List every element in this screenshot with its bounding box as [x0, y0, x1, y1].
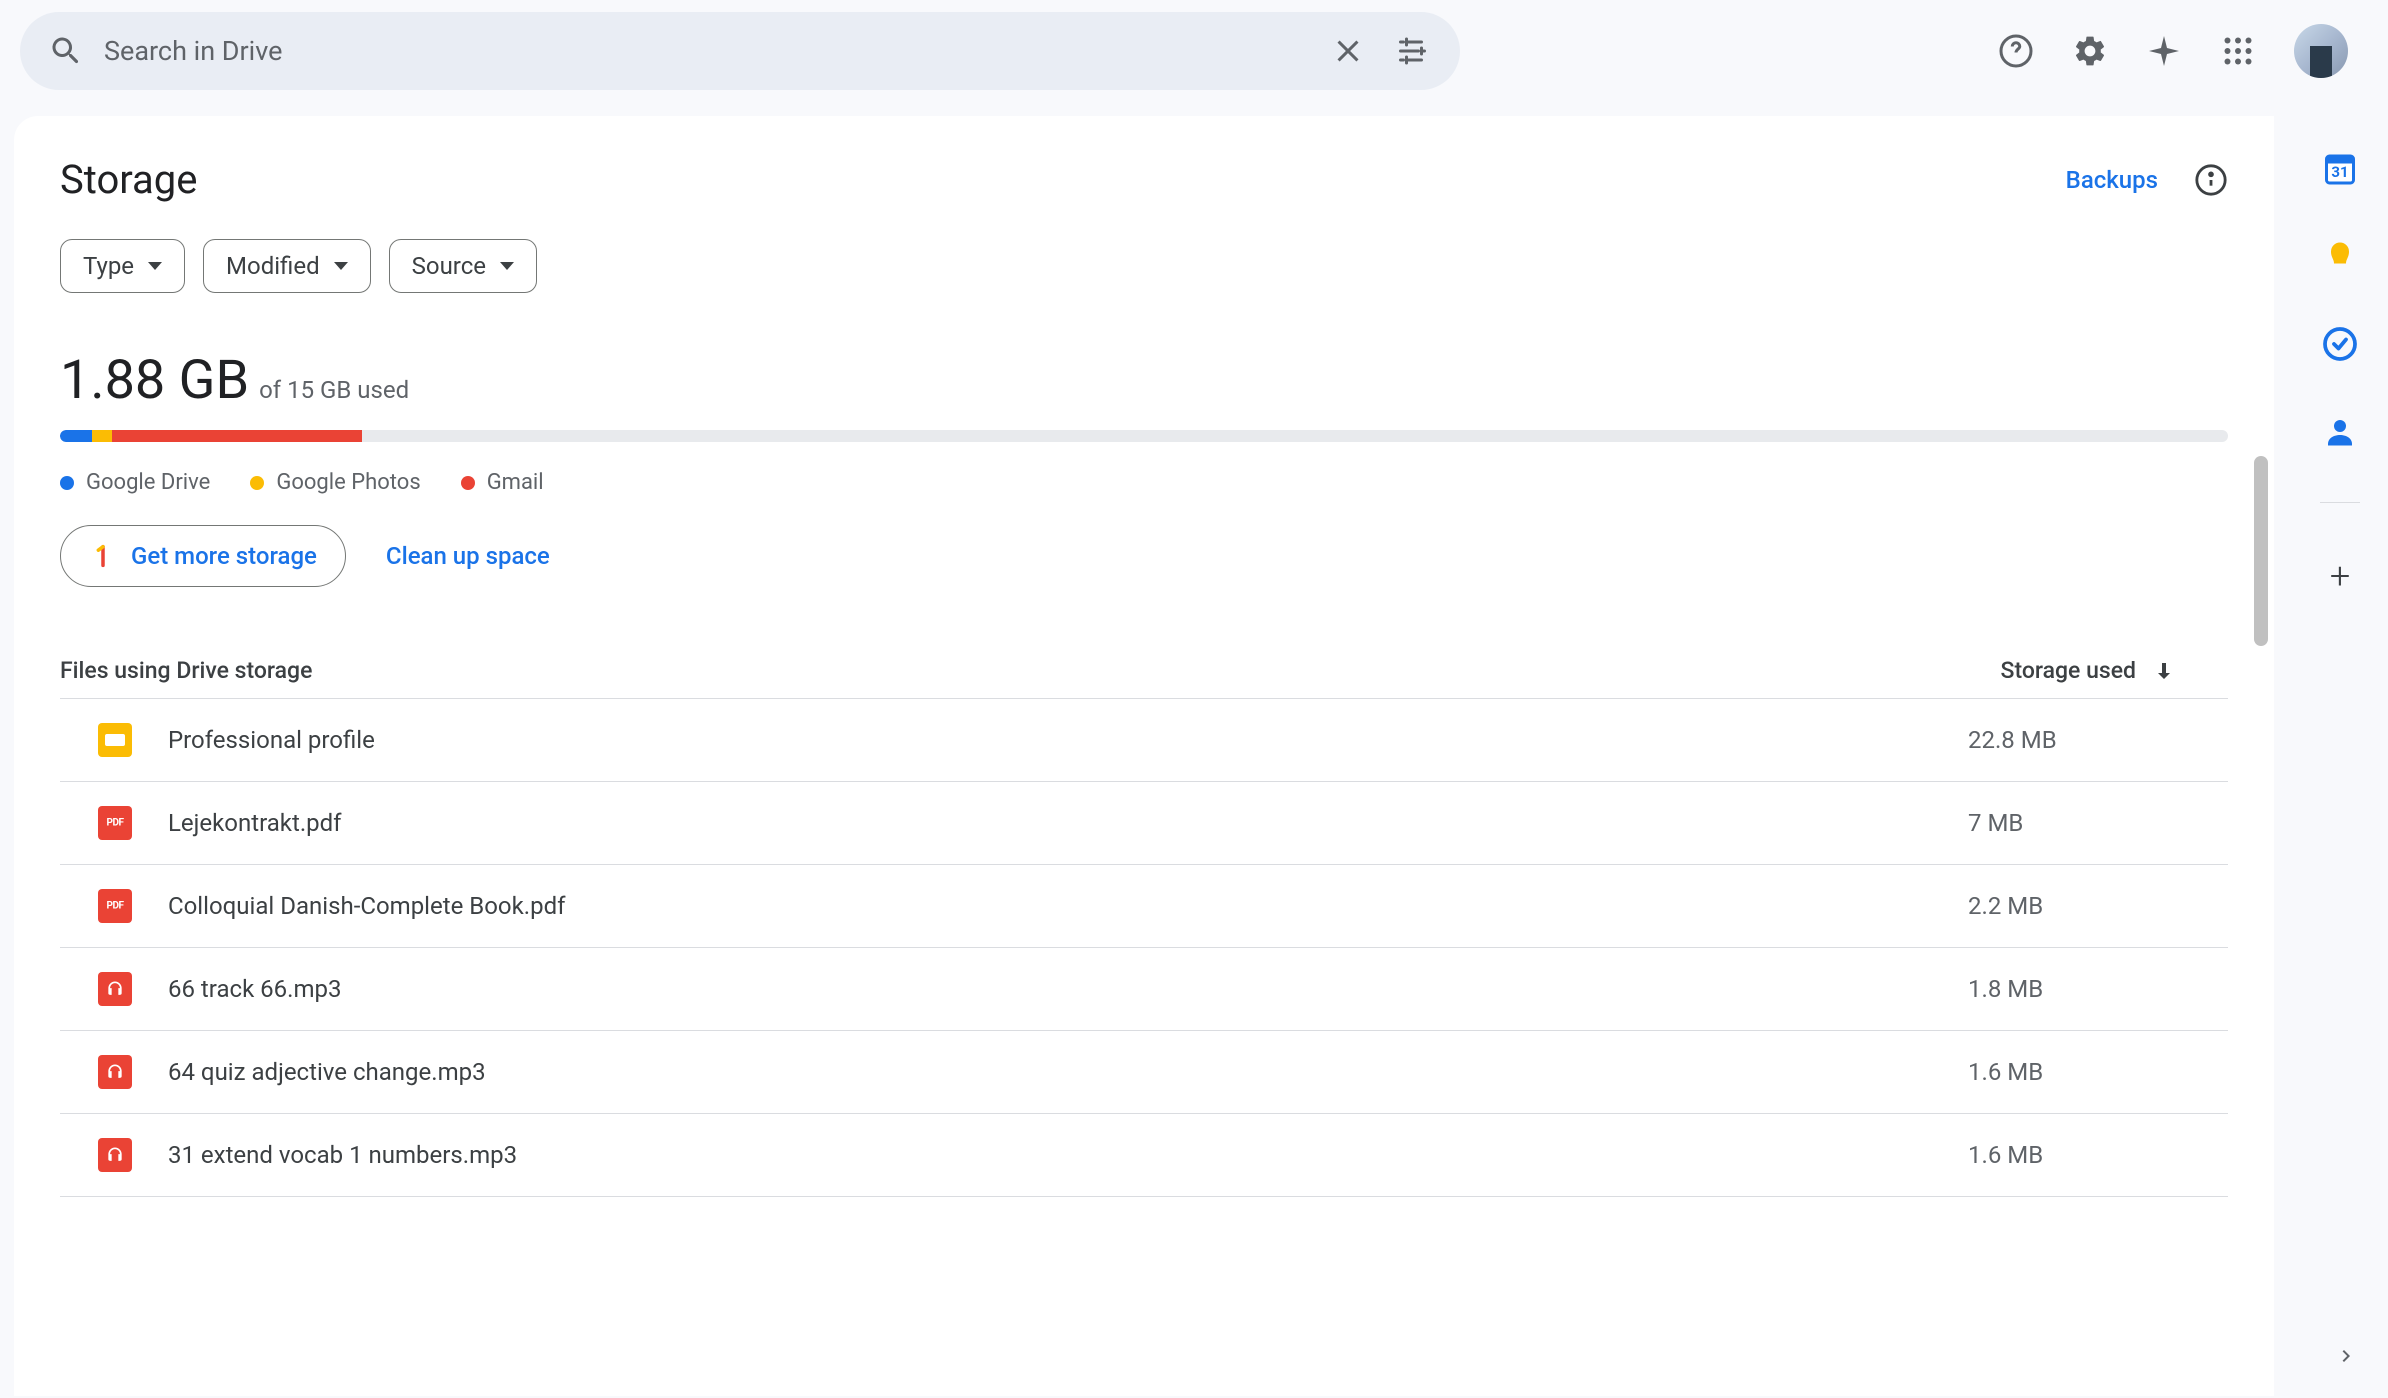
legend-dot-drive: [60, 476, 74, 490]
apps-icon[interactable]: [2220, 33, 2256, 69]
storage-amount: 1.88 GB of 15 GB used: [60, 349, 2228, 412]
filter-modified[interactable]: Modified: [203, 239, 371, 293]
legend-drive: Google Drive: [60, 470, 210, 495]
file-name: Professional profile: [168, 726, 1968, 754]
legend-photos: Google Photos: [250, 470, 420, 495]
filter-source[interactable]: Source: [389, 239, 537, 293]
scrollbar[interactable]: [2254, 456, 2268, 646]
settings-icon[interactable]: [2072, 33, 2108, 69]
file-size: 1.6 MB: [1968, 1141, 2228, 1169]
rail-divider: [2320, 502, 2360, 503]
cleanup-link[interactable]: Clean up space: [386, 542, 550, 570]
chevron-down-icon: [500, 262, 514, 270]
file-size: 2.2 MB: [1968, 892, 2228, 920]
legend-dot-gmail: [461, 476, 475, 490]
search-icon: [48, 33, 84, 69]
chevron-down-icon: [334, 262, 348, 270]
file-row[interactable]: Professional profile22.8 MB: [60, 699, 2228, 782]
filter-row: Type Modified Source: [60, 239, 2228, 293]
file-row[interactable]: Lejekontrakt.pdf7 MB: [60, 782, 2228, 865]
file-size: 1.8 MB: [1968, 975, 2228, 1003]
tasks-icon[interactable]: [2322, 326, 2358, 362]
file-size: 1.6 MB: [1968, 1058, 2228, 1086]
gemini-icon[interactable]: [2146, 33, 2182, 69]
account-avatar[interactable]: [2294, 24, 2348, 78]
side-panel-toggle-icon[interactable]: [2334, 1344, 2358, 1368]
topbar: [0, 0, 2388, 102]
storage-bar-photos: [92, 430, 112, 442]
file-name: Colloquial Danish-Complete Book.pdf: [168, 892, 1968, 920]
contacts-icon[interactable]: [2322, 414, 2358, 450]
topbar-actions: [1998, 24, 2368, 78]
keep-icon[interactable]: [2322, 238, 2358, 274]
search-input[interactable]: [84, 35, 1330, 67]
audio-icon: [98, 972, 132, 1006]
audio-icon: [98, 1055, 132, 1089]
filter-type[interactable]: Type: [60, 239, 185, 293]
main-panel: Storage Backups Type Modified Source 1.8…: [14, 116, 2274, 1396]
audio-icon: [98, 1138, 132, 1172]
file-size: 7 MB: [1968, 809, 2228, 837]
sort-arrow-down-icon: [2152, 659, 2176, 683]
file-name: 31 extend vocab 1 numbers.mp3: [168, 1141, 1968, 1169]
file-name: Lejekontrakt.pdf: [168, 809, 1968, 837]
table-header: Files using Drive storage Storage used: [60, 643, 2228, 699]
get-more-storage-button[interactable]: Get more storage: [60, 525, 346, 587]
column-storage[interactable]: Storage used: [2001, 657, 2228, 684]
search-bar[interactable]: [20, 12, 1460, 90]
storage-actions: Get more storage Clean up space: [60, 525, 2228, 587]
pdf-icon: [98, 889, 132, 923]
chevron-down-icon: [148, 262, 162, 270]
google-one-icon: [89, 542, 117, 570]
svg-text:31: 31: [2331, 163, 2348, 181]
slides-icon: [98, 723, 132, 757]
backups-link[interactable]: Backups: [2066, 166, 2158, 194]
help-icon[interactable]: [1998, 33, 2034, 69]
add-app-button[interactable]: +: [2330, 555, 2350, 597]
calendar-icon[interactable]: 31: [2322, 150, 2358, 186]
legend-dot-photos: [250, 476, 264, 490]
pdf-icon: [98, 806, 132, 840]
search-options-icon[interactable]: [1396, 33, 1432, 69]
storage-used-value: 1.88 GB: [60, 349, 249, 412]
file-name: 64 quiz adjective change.mp3: [168, 1058, 1968, 1086]
file-row[interactable]: 31 extend vocab 1 numbers.mp31.6 MB: [60, 1114, 2228, 1197]
file-name: 66 track 66.mp3: [168, 975, 1968, 1003]
storage-bar-gmail: [112, 430, 362, 442]
file-row[interactable]: Colloquial Danish-Complete Book.pdf2.2 M…: [60, 865, 2228, 948]
page-title: Storage: [60, 156, 197, 203]
file-list: Professional profile22.8 MBLejekontrakt.…: [60, 699, 2228, 1197]
storage-bar: [60, 430, 2228, 442]
storage-legend: Google Drive Google Photos Gmail: [60, 470, 2228, 495]
file-row[interactable]: 64 quiz adjective change.mp31.6 MB: [60, 1031, 2228, 1114]
file-row[interactable]: 66 track 66.mp31.8 MB: [60, 948, 2228, 1031]
clear-search-icon[interactable]: [1330, 33, 1366, 69]
legend-gmail: Gmail: [461, 470, 544, 495]
storage-bar-drive: [60, 430, 92, 442]
storage-total-label: of 15 GB used: [259, 376, 409, 404]
column-files[interactable]: Files using Drive storage: [60, 657, 312, 684]
info-icon[interactable]: [2194, 163, 2228, 197]
file-size: 22.8 MB: [1968, 726, 2228, 754]
side-rail: 31 +: [2292, 110, 2388, 597]
